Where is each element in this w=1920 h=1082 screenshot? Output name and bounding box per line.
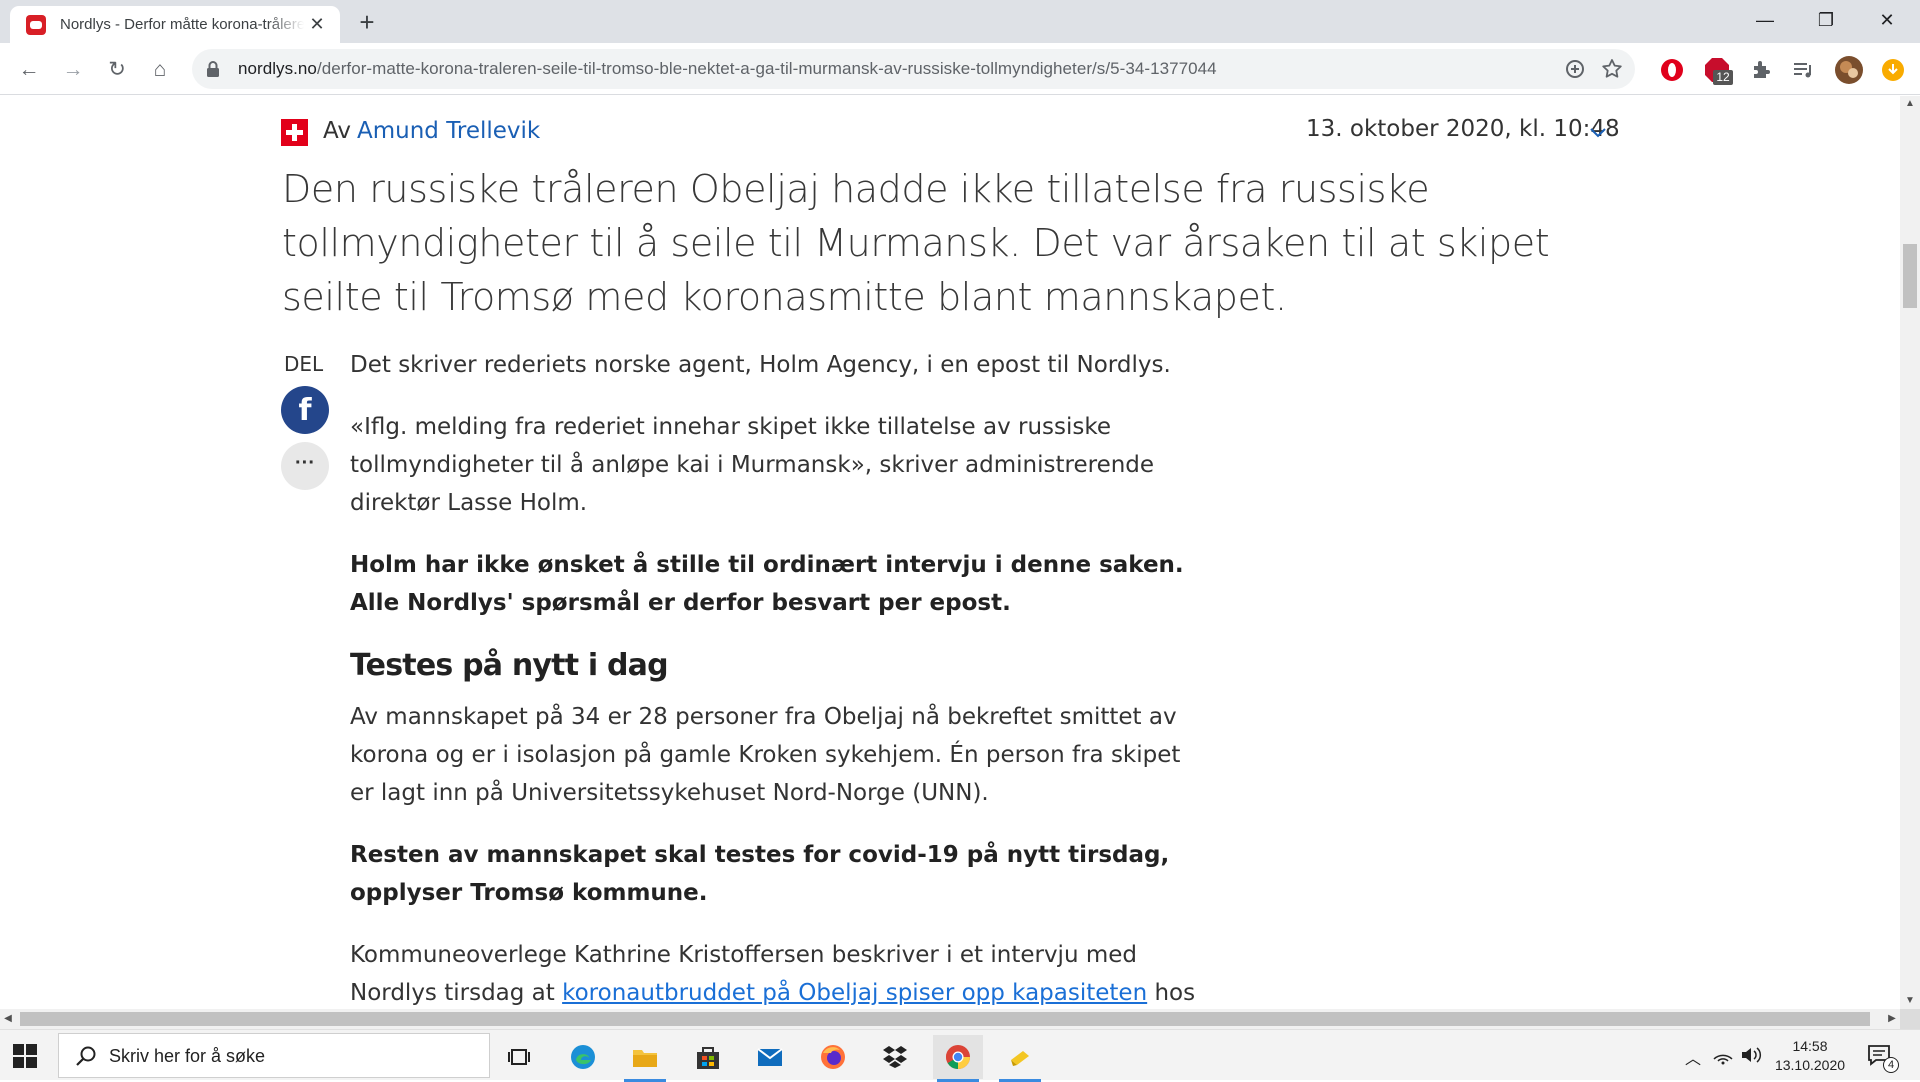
scroll-down-arrow-icon[interactable]: ▼ [1900,993,1920,1009]
scroll-up-arrow-icon[interactable]: ▲ [1900,96,1920,112]
paragraph-5: Resten av mannskapet skal testes for cov… [350,842,1170,906]
firefox-button[interactable] [808,1035,858,1079]
adblock-badge: 12 [1713,70,1733,85]
edge-icon [571,1045,595,1069]
section-heading: Testes på nytt i dag [350,648,669,683]
task-view-button[interactable] [495,1035,545,1079]
opera-extension-icon[interactable] [1659,57,1685,83]
article-link[interactable]: koronautbruddet på Obeljaj spiser opp ka… [562,980,1147,1006]
paragraph-6: Kommuneoverlege Kathrine Kristoffersen b… [350,936,1210,1009]
more-share-button[interactable]: ··· [281,442,329,490]
browser-toolbar: ← → ↻ ⌂ nordlys.no/derfor-matte-korona-t… [0,43,1920,95]
store-button[interactable] [683,1035,733,1079]
article-page: Av Amund Trellevik 13. oktober 2020, kl. … [0,96,1900,1009]
url-domain: nordlys.no [238,59,317,78]
back-button[interactable]: ← [14,55,44,85]
paragraph-2: «Iflg. melding fra rederiet innehar skip… [350,414,1155,516]
store-bag-icon [697,1047,719,1069]
byline-prefix: Av [323,118,351,144]
nordlys-favicon-icon [26,15,46,35]
horizontal-scroll-thumb[interactable] [20,1012,1870,1026]
restore-button[interactable]: ❐ [1796,0,1856,40]
task-view-icon [508,1049,530,1065]
scroll-left-arrow-icon[interactable]: ◀ [0,1009,16,1029]
notification-count-badge: 4 [1883,1057,1899,1073]
tab-close-icon[interactable]: ✕ [306,13,328,35]
address-bar[interactable]: nordlys.no/derfor-matte-korona-traleren-… [192,49,1635,89]
wifi-icon[interactable] [1712,1045,1734,1065]
dropbox-button[interactable] [870,1035,920,1079]
browser-tab[interactable]: Nordlys - Derfor måtte korona-tråleren s… [10,6,340,43]
vertical-scroll-thumb[interactable] [1903,244,1917,308]
article-lead: Den russiske tråleren Obeljaj hadde ikke… [282,167,1550,319]
clock-date: 13.10.2020 [1774,1057,1846,1073]
media-control-icon[interactable] [1790,57,1816,83]
paragraph-4: Av mannskapet på 34 er 28 personer fra O… [350,704,1181,806]
taskbar-search[interactable]: Skriv her for å søke [58,1033,490,1078]
new-tab-button[interactable]: + [352,8,382,38]
lock-icon[interactable] [206,61,220,77]
clock-time: 14:58 [1792,1038,1828,1054]
vertical-scrollbar[interactable]: ▲ ▼ [1900,96,1920,1009]
adblock-extension-icon[interactable]: 12 [1704,57,1733,85]
scrollbar-corner [1900,1009,1920,1029]
add-icon[interactable] [1562,56,1588,82]
paragraph-3: Holm har ikke ønsket å stille til ordinæ… [350,552,1184,616]
reload-button[interactable]: ↻ [102,55,132,85]
profile-avatar[interactable] [1834,55,1864,85]
forward-button[interactable]: → [58,55,88,85]
horizontal-scrollbar[interactable]: ◀ ▶ [0,1009,1900,1029]
system-clock[interactable]: 14:58 13.10.2020 [1770,1037,1850,1075]
mail-icon [757,1048,783,1066]
home-button[interactable]: ⌂ [145,55,175,85]
tab-title: Nordlys - Derfor måtte korona-tråleren s… [60,16,304,33]
bookmark-star-icon[interactable] [1599,56,1625,82]
byline: Av Amund Trellevik [323,118,540,144]
tab-strip: Nordlys - Derfor måtte korona-tråleren s… [0,0,1920,43]
dropbox-icon [883,1046,907,1068]
search-icon [76,1046,96,1066]
tray-chevron-up-icon[interactable]: ︿ [1685,1045,1701,1069]
author-link[interactable]: Amund Trellevik [357,118,540,144]
scroll-right-arrow-icon[interactable]: ▶ [1884,1009,1900,1029]
extensions-icon[interactable] [1748,57,1774,83]
close-window-button[interactable]: ✕ [1857,0,1917,40]
nordlys-plus-icon [281,119,308,146]
url-path: /derfor-matte-korona-traleren-seile-til-… [316,59,1217,78]
article-body: Det skriver rederiets norske agent, Holm… [350,346,1210,1009]
minimize-button[interactable]: — [1735,0,1795,40]
paragraph-1: Det skriver rederiets norske agent, Holm… [350,352,1171,378]
firefox-icon [821,1045,845,1069]
search-placeholder: Skriv her for å søke [109,1046,266,1066]
chrome-icon [946,1045,970,1069]
edge-taskbar-button[interactable] [558,1035,608,1079]
sticky-app-button[interactable] [995,1035,1045,1082]
file-explorer-button[interactable] [620,1035,670,1082]
url-text[interactable]: nordlys.no/derfor-matte-korona-traleren-… [238,59,1217,79]
chrome-button[interactable] [933,1035,983,1082]
publish-date: 13. oktober 2020, kl. 10:48 [1306,116,1620,142]
volume-icon[interactable] [1740,1045,1762,1065]
windows-start-icon[interactable] [12,1043,38,1069]
chevron-down-icon[interactable] [1588,122,1608,142]
facebook-icon: f [298,393,312,428]
facebook-share-button[interactable]: f [281,386,329,434]
mail-button[interactable] [745,1035,795,1079]
folder-icon [633,1050,657,1067]
paragraph-6-tail: hos [1147,980,1196,1006]
update-icon[interactable] [1880,57,1906,83]
more-dots-icon: ··· [295,452,315,474]
share-label: DEL [284,352,324,376]
windows-taskbar: Skriv her for å søke ︿ 14:58 13.10.2020 … [0,1029,1920,1082]
sticky-note-icon [1011,1051,1029,1066]
